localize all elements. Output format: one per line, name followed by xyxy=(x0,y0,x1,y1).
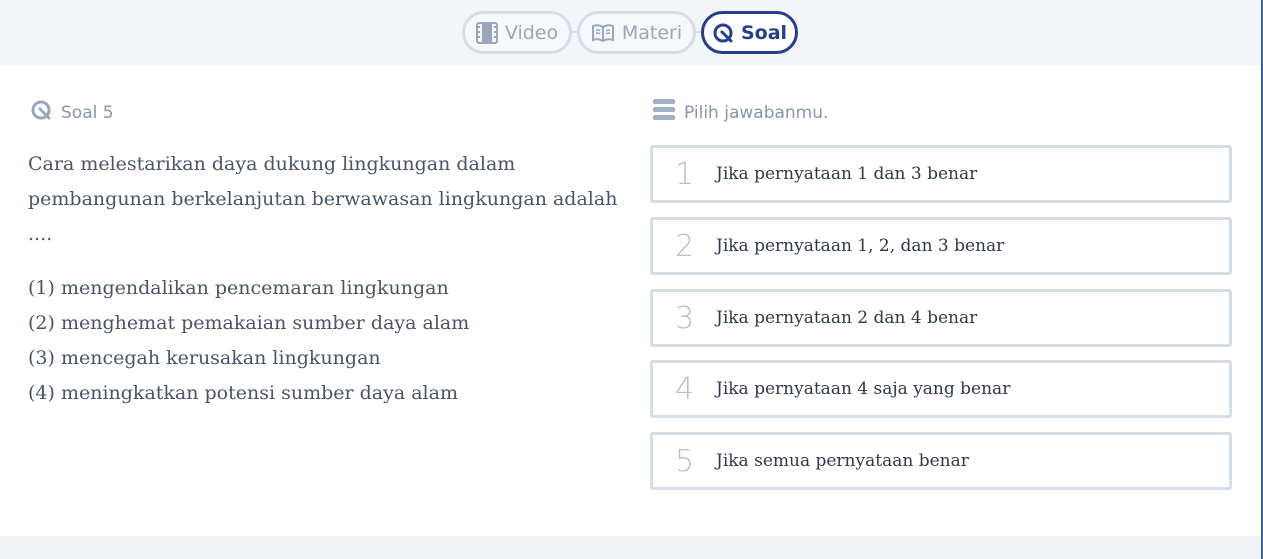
option-number: 3 xyxy=(674,300,695,336)
answer-option-2[interactable]: 2 Jika pernyataan 1, 2, dan 3 benar xyxy=(650,217,1232,275)
answer-option-5[interactable]: 5 Jika semua pernyataan benar xyxy=(650,432,1232,490)
answer-option-1[interactable]: 1 Jika pernyataan 1 dan 3 benar xyxy=(650,145,1232,203)
tab-video[interactable]: Video xyxy=(462,11,572,54)
list-icon xyxy=(653,99,675,126)
question-panel: Soal 5 Cara melestarikan daya dukung lin… xyxy=(0,65,1263,536)
option-number: 2 xyxy=(674,228,695,264)
book-icon xyxy=(591,23,615,43)
option-text: Jika pernyataan 4 saja yang benar xyxy=(716,379,1011,399)
quiz-icon xyxy=(30,99,52,126)
option-text: Jika semua pernyataan benar xyxy=(716,451,969,471)
question-number: Soal 5 xyxy=(61,102,114,123)
answers-header: Pilih jawabanmu. xyxy=(653,99,828,126)
option-number: 4 xyxy=(674,371,695,407)
option-text: Jika pernyataan 1, 2, dan 3 benar xyxy=(716,236,1005,256)
tab-soal-label: Soal xyxy=(740,21,788,44)
tab-materi[interactable]: Materi xyxy=(577,11,696,54)
answer-option-4[interactable]: 4 Jika pernyataan 4 saja yang benar xyxy=(650,360,1232,418)
option-number: 1 xyxy=(674,156,695,192)
film-icon xyxy=(475,21,498,44)
question-header: Soal 5 xyxy=(30,99,114,126)
statement-item: (3) mencegah kerusakan lingkungan xyxy=(28,347,381,369)
statement-list: (1) mengendalikan pencemaran lingkungan … xyxy=(28,271,628,411)
tab-video-label: Video xyxy=(504,21,559,44)
statement-item: (4) meningkatkan potensi sumber daya ala… xyxy=(28,382,458,404)
statement-item: (1) mengendalikan pencemaran lingkungan xyxy=(28,277,449,299)
answers-instruction: Pilih jawabanmu. xyxy=(684,102,829,123)
statement-item: (2) menghemat pemakaian sumber daya alam xyxy=(28,312,470,334)
option-text: Jika pernyataan 2 dan 4 benar xyxy=(716,308,978,328)
quiz-icon xyxy=(712,22,734,44)
tab-materi-label: Materi xyxy=(621,21,683,44)
tab-soal[interactable]: Soal xyxy=(701,11,798,54)
option-text: Jika pernyataan 1 dan 3 benar xyxy=(716,164,978,184)
content-tab-bar: Video Materi Soal xyxy=(0,0,1263,65)
question-text: Cara melestarikan daya dukung lingkungan… xyxy=(28,153,618,245)
answer-option-3[interactable]: 3 Jika pernyataan 2 dan 4 benar xyxy=(650,289,1232,347)
panel-footer-strip xyxy=(0,536,1263,559)
option-number: 5 xyxy=(674,443,695,479)
